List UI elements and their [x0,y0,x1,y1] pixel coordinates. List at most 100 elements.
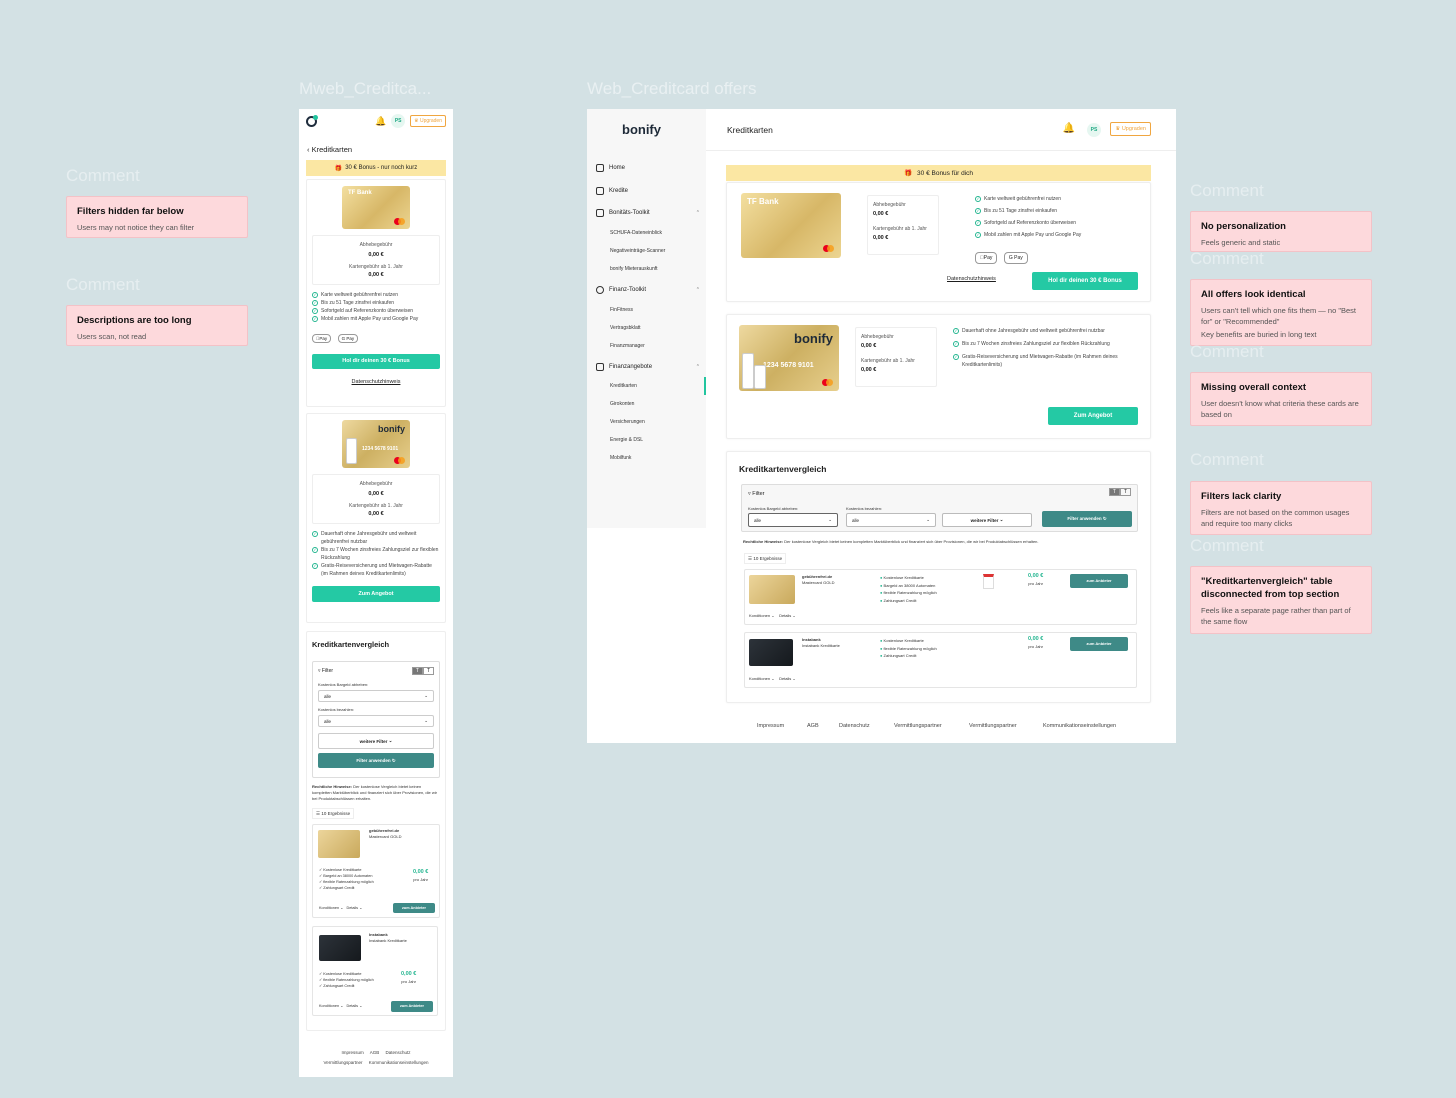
comment-note[interactable]: No personalization Feels generic and sta… [1190,211,1372,252]
row-feature: ● Zahlungsart Credit [880,653,917,658]
back-link[interactable]: ‹ Kreditkarten [299,133,453,160]
bonus-button[interactable]: Hol dir deinen 30 € Bonus [312,354,440,369]
more-filters-button[interactable]: weitere Filter ⌄ [942,513,1032,527]
comment-note[interactable]: Descriptions are too long Users scan, no… [66,305,248,346]
pay-select[interactable]: alle ⌄ [846,513,936,527]
check-circle-icon: ✓ [975,220,981,226]
footer-link[interactable]: Vermittlungspartner [969,723,1017,729]
phone-image [742,353,754,389]
offer-button[interactable]: Zum Angebot [1048,407,1138,425]
privacy-link[interactable]: Datenschutzhinweis [312,379,440,385]
conditions-toggle[interactable]: Konditionen [749,676,770,681]
sidebar-subitem[interactable]: Negativeinträge-Scanner [610,248,665,254]
sidebar-subitem[interactable]: Finanzmanager [610,343,645,349]
filter-panel: ▿ Filter TT Kostenlos Bargeld abheben: a… [741,484,1138,532]
cash-select[interactable]: alle ⌄ [748,513,838,527]
comment-label: Comment [66,275,140,294]
footer-link[interactable]: Kommunikationseinstellungen [369,1060,429,1065]
sidebar: bonify Home Kredite Bonitäts-Toolkit ⌃ SC… [587,109,706,528]
provider-button[interactable]: zum Anbieter [1070,574,1128,588]
upgrade-button[interactable]: ♛ Upgraden [1110,122,1151,136]
note-title: "Kreditkartenvergleich" table disconnect… [1201,576,1340,600]
check-circle-icon: ✓ [975,232,981,238]
avatar[interactable]: PS [391,114,406,128]
sidebar-item-kredite[interactable]: Kredite [596,187,700,195]
privacy-link[interactable]: Datenschutzhinweis [947,276,996,282]
sidebar-item-bonitaet[interactable]: Bonitäts-Toolkit ⌃ [596,209,700,217]
footer-link[interactable]: Kommunikationseinstellungen [1043,723,1116,729]
legal-notice: Rechtliche Hinweise: Der kostenlose Verg… [312,784,437,801]
price: 0,00 € [1028,573,1044,579]
result-card: Instabank Instabank Kreditkarte ✓ Kostenl… [312,926,438,1016]
offer-button[interactable]: Zum Angebot [312,586,440,602]
footer-link[interactable]: Vermittlungspartner [323,1060,362,1065]
comment-note[interactable]: Missing overall context User doesn't kno… [1190,372,1372,426]
footer-link[interactable]: AGB [370,1050,380,1055]
crown-icon: ♛ [414,118,419,124]
comment-note[interactable]: Filters hidden far below Users may not n… [66,196,248,238]
footer-link[interactable]: Datenschutz [839,723,870,729]
row-feature: ● flexible Ratenzahlung möglich [880,590,937,595]
comment-note[interactable]: Filters lack clarity Filters are not bas… [1190,481,1372,535]
conditions-toggle[interactable]: Konditionen [319,1004,339,1008]
refresh-icon: ↻ [391,758,396,763]
sidebar-item-finanz[interactable]: Finanz-Toolkit ⌃ [596,286,700,294]
conditions-toggle[interactable]: Konditionen [319,906,339,910]
sidebar-subitem[interactable]: Girokonten [610,401,634,407]
details-toggle[interactable]: Details [346,1004,358,1008]
sidebar-subitem[interactable]: Vertragsbklatt [610,325,641,331]
footer-link[interactable]: Impressum [757,723,784,729]
footer-link[interactable]: Datenschutz [386,1050,411,1055]
sidebar-item-angebote[interactable]: Finanzangebote ⌃ [596,363,700,371]
bell-icon[interactable]: 🔔 [1063,123,1075,134]
card-fee-value: 0,00 € [368,272,384,278]
view-toggle[interactable]: T [422,667,434,675]
comment-note[interactable]: All offers look identical Users can't te… [1190,279,1372,346]
row-feature: ● Zahlungsart Credit [880,597,917,603]
chevron-down-icon: ⌄ [388,738,393,743]
card-brand: bonify [378,424,405,434]
sidebar-subitem-active[interactable]: Kreditkarten [610,383,637,389]
comment-label: Comment [1190,536,1264,555]
sidebar-subitem[interactable]: SCHUFA-Dateneinblick [610,230,662,236]
bonify-logo[interactable]: bonify [622,122,661,137]
provider-button[interactable]: zum Anbieter [1070,637,1128,651]
details-toggle[interactable]: Details [779,676,791,681]
apply-filter-button[interactable]: Filter anwenden ↻ [1042,511,1132,527]
provider-button[interactable]: zum Anbieter [393,903,435,913]
legal-notice: Rechtliche Hinweise: Der kostenlose Verg… [743,539,1039,544]
sidebar-subitem[interactable]: Versicherungen [610,419,645,425]
sidebar-subitem[interactable]: bonify Mieterauskunft [610,266,658,272]
card-name: Instabank Kreditkarte [802,643,840,648]
sidebar-subitem[interactable]: Mobilfunk [610,455,631,461]
view-toggle[interactable]: T [411,667,423,675]
filter-panel: ▿ Filter TT Kostenlos Bargeld abheben: a… [312,661,440,778]
more-filters-button[interactable]: weitere Filter ⌄ [318,733,434,749]
footer-link[interactable]: Vermittlungspartner [894,723,942,729]
footer-link[interactable]: AGB [807,723,819,729]
chevron-down-icon: ⌄ [424,693,428,698]
upgrade-button[interactable]: ♛ Upgraden [410,115,446,127]
sidebar-item-home[interactable]: Home [596,164,700,172]
note-body: Key benefits are buried in long text [1201,330,1317,339]
view-toggle[interactable]: T [1119,488,1131,496]
results-count: ☰ 10 Ergebnisse [312,808,355,819]
bell-icon[interactable]: 🔔 [375,116,386,127]
provider-button[interactable]: zum Anbieter [391,1001,433,1012]
avatar[interactable]: PS [1087,123,1101,137]
check-circle-icon: ✓ [953,341,959,347]
bonus-button[interactable]: Hol dir deinen 30 € Bonus [1032,272,1138,290]
conditions-toggle[interactable]: Konditionen [749,613,770,618]
sidebar-subitem[interactable]: Energie & DSL [610,437,643,443]
pay-select[interactable]: alle ⌄ [318,715,434,727]
details-toggle[interactable]: Details [346,906,358,910]
footer-link[interactable]: Impressum [341,1050,363,1055]
cash-select[interactable]: alle ⌄ [318,690,434,702]
sidebar-subitem[interactable]: FinFitness [610,307,633,313]
comment-note[interactable]: "Kreditkartenvergleich" table disconnect… [1190,566,1372,634]
details-toggle[interactable]: Details [779,613,791,618]
view-toggle[interactable]: T [1108,488,1120,496]
apply-filter-button[interactable]: Filter anwenden ↻ [318,753,434,768]
note-title: All offers look identical [1201,289,1306,300]
bonify-logo-icon[interactable] [306,114,318,127]
